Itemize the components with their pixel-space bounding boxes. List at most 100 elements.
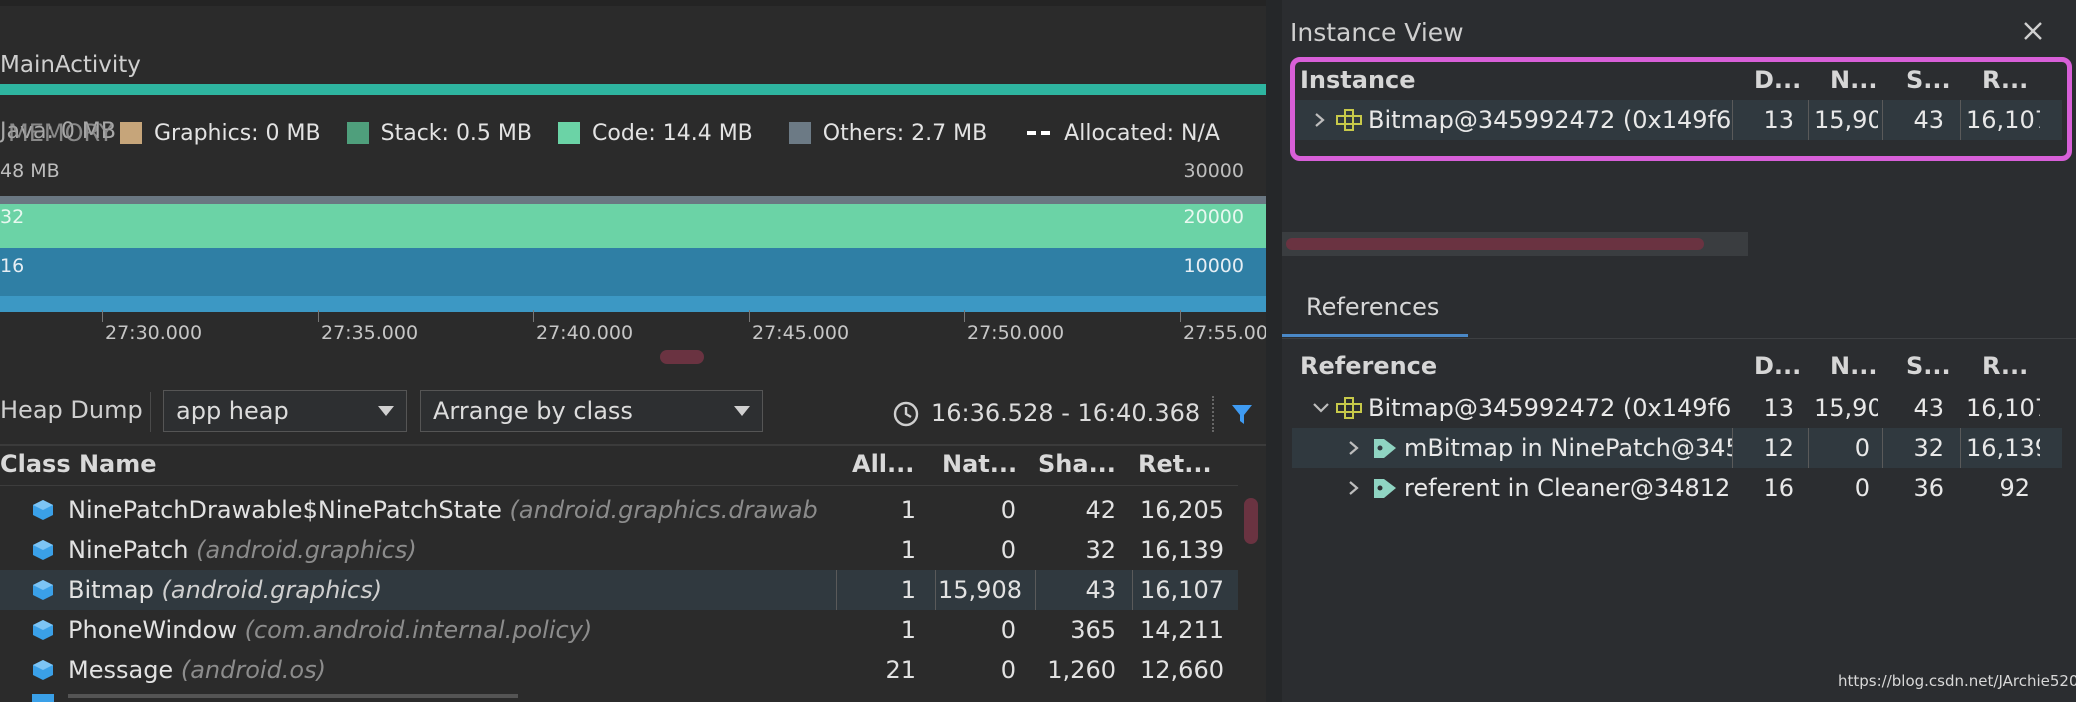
retained-size: 14,211: [1140, 616, 1224, 644]
time-tick: 27:40.000: [536, 322, 634, 344]
time-tick: 27:35.000: [321, 322, 419, 344]
table-scrollbar-thumb[interactable]: [1244, 498, 1258, 544]
table-row[interactable]: NinePatchDrawable$NinePatchState (androi…: [0, 490, 1238, 530]
col-retained[interactable]: R...: [1982, 352, 2028, 380]
others-band: [0, 196, 1266, 204]
col-shallow[interactable]: Sha...: [1038, 450, 1116, 478]
profiler-left-pane: MainActivity Java: 0 MB MEMORY Graphics:…: [0, 0, 1266, 702]
col-alloc[interactable]: All...: [852, 450, 914, 478]
legend-graphics: Graphics: 0 MB: [154, 120, 321, 146]
instance-view-pane: Instance View Instance D... N... S... R.…: [1282, 0, 2076, 702]
right-axis-30000: 30000: [1183, 160, 1244, 182]
native-value: 0: [1854, 474, 1870, 502]
close-icon[interactable]: [2022, 20, 2044, 42]
instance-hscroll-thumb[interactable]: [1286, 238, 1704, 250]
depth-value: 12: [1763, 434, 1794, 462]
chevron-right-icon[interactable]: [1348, 440, 1360, 456]
shallow-value: 32: [1913, 434, 1944, 462]
table-row[interactable]: NinePatch (android.graphics) 1 0 32 16,1…: [0, 530, 1238, 570]
shallow-size: 1,260: [1047, 656, 1116, 684]
filter-icon[interactable]: [1230, 402, 1254, 426]
retained-value: 16,107: [1966, 394, 2040, 422]
heap-select-value: app heap: [176, 397, 289, 425]
chevron-down-icon[interactable]: [1312, 402, 1330, 414]
reference-row[interactable]: Bitmap@345992472 (0x149f6 13 15,908 43 1…: [1292, 388, 2062, 428]
retained-size: 16,107: [1140, 576, 1224, 604]
tickmark: [964, 310, 965, 322]
native-size: 0: [1000, 616, 1016, 644]
top-strip: [0, 0, 1266, 6]
retained-size: 12,660: [1140, 656, 1224, 684]
col-shallow[interactable]: S...: [1906, 352, 1951, 380]
retained-value: 92: [1999, 474, 2030, 502]
left-axis-32: 32: [0, 206, 25, 228]
table-row-clipped[interactable]: [68, 694, 1238, 702]
activity-bar[interactable]: [0, 84, 1266, 95]
heap-select[interactable]: app heap: [163, 390, 407, 432]
code-swatch: [558, 122, 580, 144]
class-cube-icon: [33, 540, 53, 560]
reference-row-selected[interactable]: mBitmap in NinePatch@345 12 0 32 16,139: [1292, 428, 2062, 468]
legend-others: Others: 2.7 MB: [822, 120, 988, 146]
field-object-icon: [1336, 397, 1362, 419]
time-range: 16:36.528 - 16:40.368: [931, 399, 1201, 427]
reference-row[interactable]: referent in Cleaner@348127 16 0 36 92: [1292, 468, 2062, 508]
class-name: NinePatchDrawable$NinePatchState: [68, 496, 502, 524]
time-tick: 27:55.00: [1183, 322, 1266, 344]
tickmark: [533, 310, 534, 322]
class-cube-icon: [32, 694, 54, 702]
table-row[interactable]: PhoneWindow (com.android.internal.policy…: [0, 610, 1238, 650]
heap-dump-label: Heap Dump: [0, 396, 143, 424]
tickmark: [102, 310, 103, 322]
left-axis-16: 16: [0, 255, 25, 277]
alloc-count: 1: [900, 576, 916, 604]
time-tick: 27:50.000: [967, 322, 1065, 344]
time-tick: 27:45.000: [752, 322, 850, 344]
table-row[interactable]: Message (android.os) 21 0 1,260 12,660: [0, 650, 1238, 690]
reference-name: referent in Cleaner@348127: [1404, 474, 1732, 502]
clock-icon: [893, 401, 919, 427]
class-cube-icon: [33, 500, 53, 520]
col-retained[interactable]: Ret...: [1138, 450, 1212, 478]
col-depth[interactable]: D...: [1754, 352, 1801, 380]
legend-stack: Stack: 0.5 MB: [380, 120, 532, 146]
arrange-select[interactable]: Arrange by class: [420, 390, 763, 432]
col-native[interactable]: N...: [1830, 352, 1877, 380]
retained-value: 16,139: [1966, 434, 2040, 462]
col-reference[interactable]: Reference: [1300, 352, 1437, 380]
timeline-scroll-thumb[interactable]: [660, 350, 704, 364]
legend-allocated: Allocated: N/A: [1064, 120, 1220, 146]
toolbar-separator: [1212, 396, 1215, 432]
tickmark: [749, 310, 750, 322]
splitter[interactable]: [1266, 0, 1282, 702]
table-row-selected[interactable]: Bitmap (android.graphics) 1 15,908 43 16…: [0, 570, 1238, 610]
package-name: (com.android.internal.policy): [244, 616, 593, 644]
time-tick: 27:30.000: [105, 322, 203, 344]
tickmark: [318, 310, 319, 322]
memory-legend: Java: 0 MB MEMORY: [0, 118, 120, 148]
col-native[interactable]: Nat...: [942, 450, 1017, 478]
class-name: NinePatch: [68, 536, 189, 564]
class-cube-icon: [33, 660, 53, 680]
tab-references-underline: [1282, 334, 1468, 337]
native-size: 0: [1000, 536, 1016, 564]
right-axis-20000: 20000: [1183, 206, 1244, 228]
col-class-name[interactable]: Class Name: [0, 450, 157, 478]
class-name: Bitmap: [68, 576, 154, 604]
tab-references[interactable]: References: [1306, 293, 1439, 321]
alloc-count: 1: [900, 616, 916, 644]
left-axis-48: 48 MB: [0, 160, 60, 182]
legend-items: Graphics: 0 MB Stack: 0.5 MB Code: 14.4 …: [120, 118, 1220, 148]
native-size: 0: [1000, 656, 1016, 684]
memory-title: MEMORY: [8, 119, 114, 147]
package-name: (android.graphics): [161, 576, 383, 604]
reference-name: mBitmap in NinePatch@345: [1404, 434, 1732, 462]
alloc-count: 1: [900, 536, 916, 564]
reference-name: Bitmap@345992472 (0x149f6: [1368, 394, 1730, 422]
package-name: (android.graphics.drawab: [509, 496, 818, 524]
instance-view-title: Instance View: [1290, 18, 1464, 47]
allocated-dash-icon: [1027, 131, 1051, 135]
activity-label: MainActivity: [0, 52, 141, 78]
chevron-right-icon[interactable]: [1348, 480, 1360, 496]
stack-swatch: [346, 122, 369, 144]
